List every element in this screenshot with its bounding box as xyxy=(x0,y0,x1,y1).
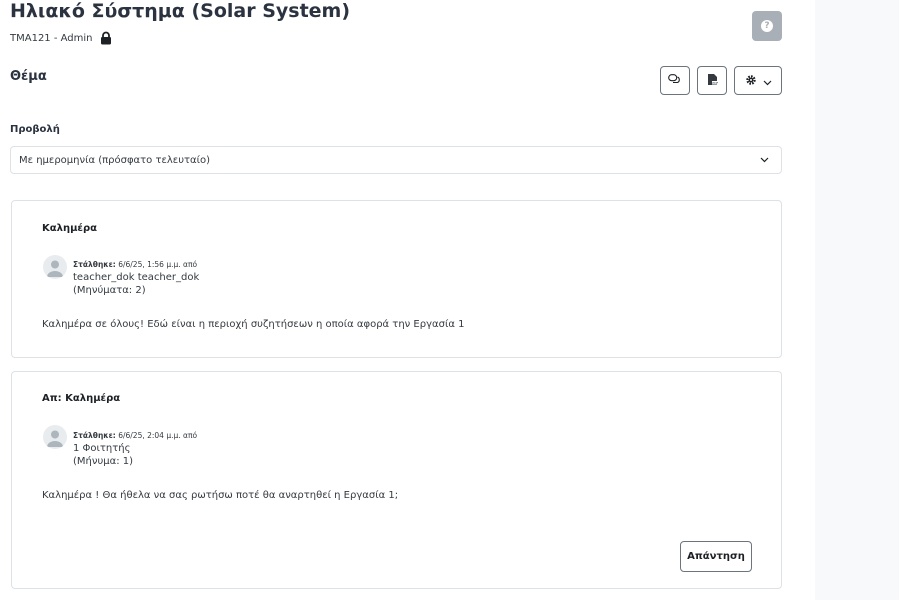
post-subject: Καλημέρα xyxy=(42,223,98,234)
settings-dropdown-button[interactable] xyxy=(734,66,782,95)
course-subtitle: TMA121 - Admin xyxy=(10,31,113,45)
svg-text:PDF: PDF xyxy=(712,81,718,85)
post-date: Στάλθηκε: 6/6/25, 1:56 μ.μ. από xyxy=(73,260,198,269)
post-body: Καλημέρα σε όλους! Εδώ είναι η περιοχή σ… xyxy=(42,319,465,330)
post-author[interactable]: teacher_dok teacher_dok xyxy=(73,271,199,284)
post-subject: Απ: Καλημέρα xyxy=(42,393,121,404)
pdf-export-icon: PDF xyxy=(707,71,718,90)
page-title: Ηλιακό Σύστημα (Solar System) xyxy=(10,0,351,22)
course-code: TMA121 - Admin xyxy=(10,32,93,44)
discussion-icon xyxy=(668,71,682,90)
lock-icon xyxy=(99,31,113,45)
forum-post: Καλημέρα Στάλθηκε: 6/6/25, 1:56 μ.μ. από… xyxy=(11,200,782,358)
view-label: Προβολή xyxy=(10,124,60,135)
post-body: Καλημέρα ! Θα ήθελα να σας ρωτήσω ποτέ θ… xyxy=(42,490,399,501)
view-select-value: Με ημερομηνία (πρόσφατο τελευταίο) xyxy=(19,154,211,166)
view-select[interactable]: Με ημερομηνία (πρόσφατο τελευταίο) xyxy=(10,146,782,174)
post-date: Στάλθηκε: 6/6/25, 2:04 μ.μ. από xyxy=(73,431,198,440)
right-background-strip xyxy=(815,0,899,600)
pdf-export-button[interactable]: PDF xyxy=(697,66,727,95)
avatar[interactable] xyxy=(43,425,67,449)
post-message-count: (Μήνυμα: 1) xyxy=(73,456,134,467)
post-author[interactable]: 1 Φοιτητής xyxy=(73,442,197,455)
discussion-button[interactable] xyxy=(660,66,690,95)
chevron-down-icon xyxy=(763,71,772,90)
post-meta: Στάλθηκε: 6/6/25, 2:04 μ.μ. από 1 Φοιτητ… xyxy=(73,429,197,468)
post-message-count: (Μηνύματα: 2) xyxy=(73,285,146,296)
section-heading: Θέμα xyxy=(10,69,47,84)
gear-icon xyxy=(745,71,757,90)
forum-post: Απ: Καλημέρα Στάλθηκε: 6/6/25, 2:04 μ.μ.… xyxy=(11,371,782,589)
post-meta: Στάλθηκε: 6/6/25, 1:56 μ.μ. από teacher_… xyxy=(73,258,199,297)
chevron-down-icon xyxy=(760,155,769,166)
question-icon: ? xyxy=(761,20,773,32)
reply-button[interactable]: Απάντηση xyxy=(680,541,752,572)
avatar[interactable] xyxy=(43,255,67,279)
help-button[interactable]: ? xyxy=(752,11,782,41)
